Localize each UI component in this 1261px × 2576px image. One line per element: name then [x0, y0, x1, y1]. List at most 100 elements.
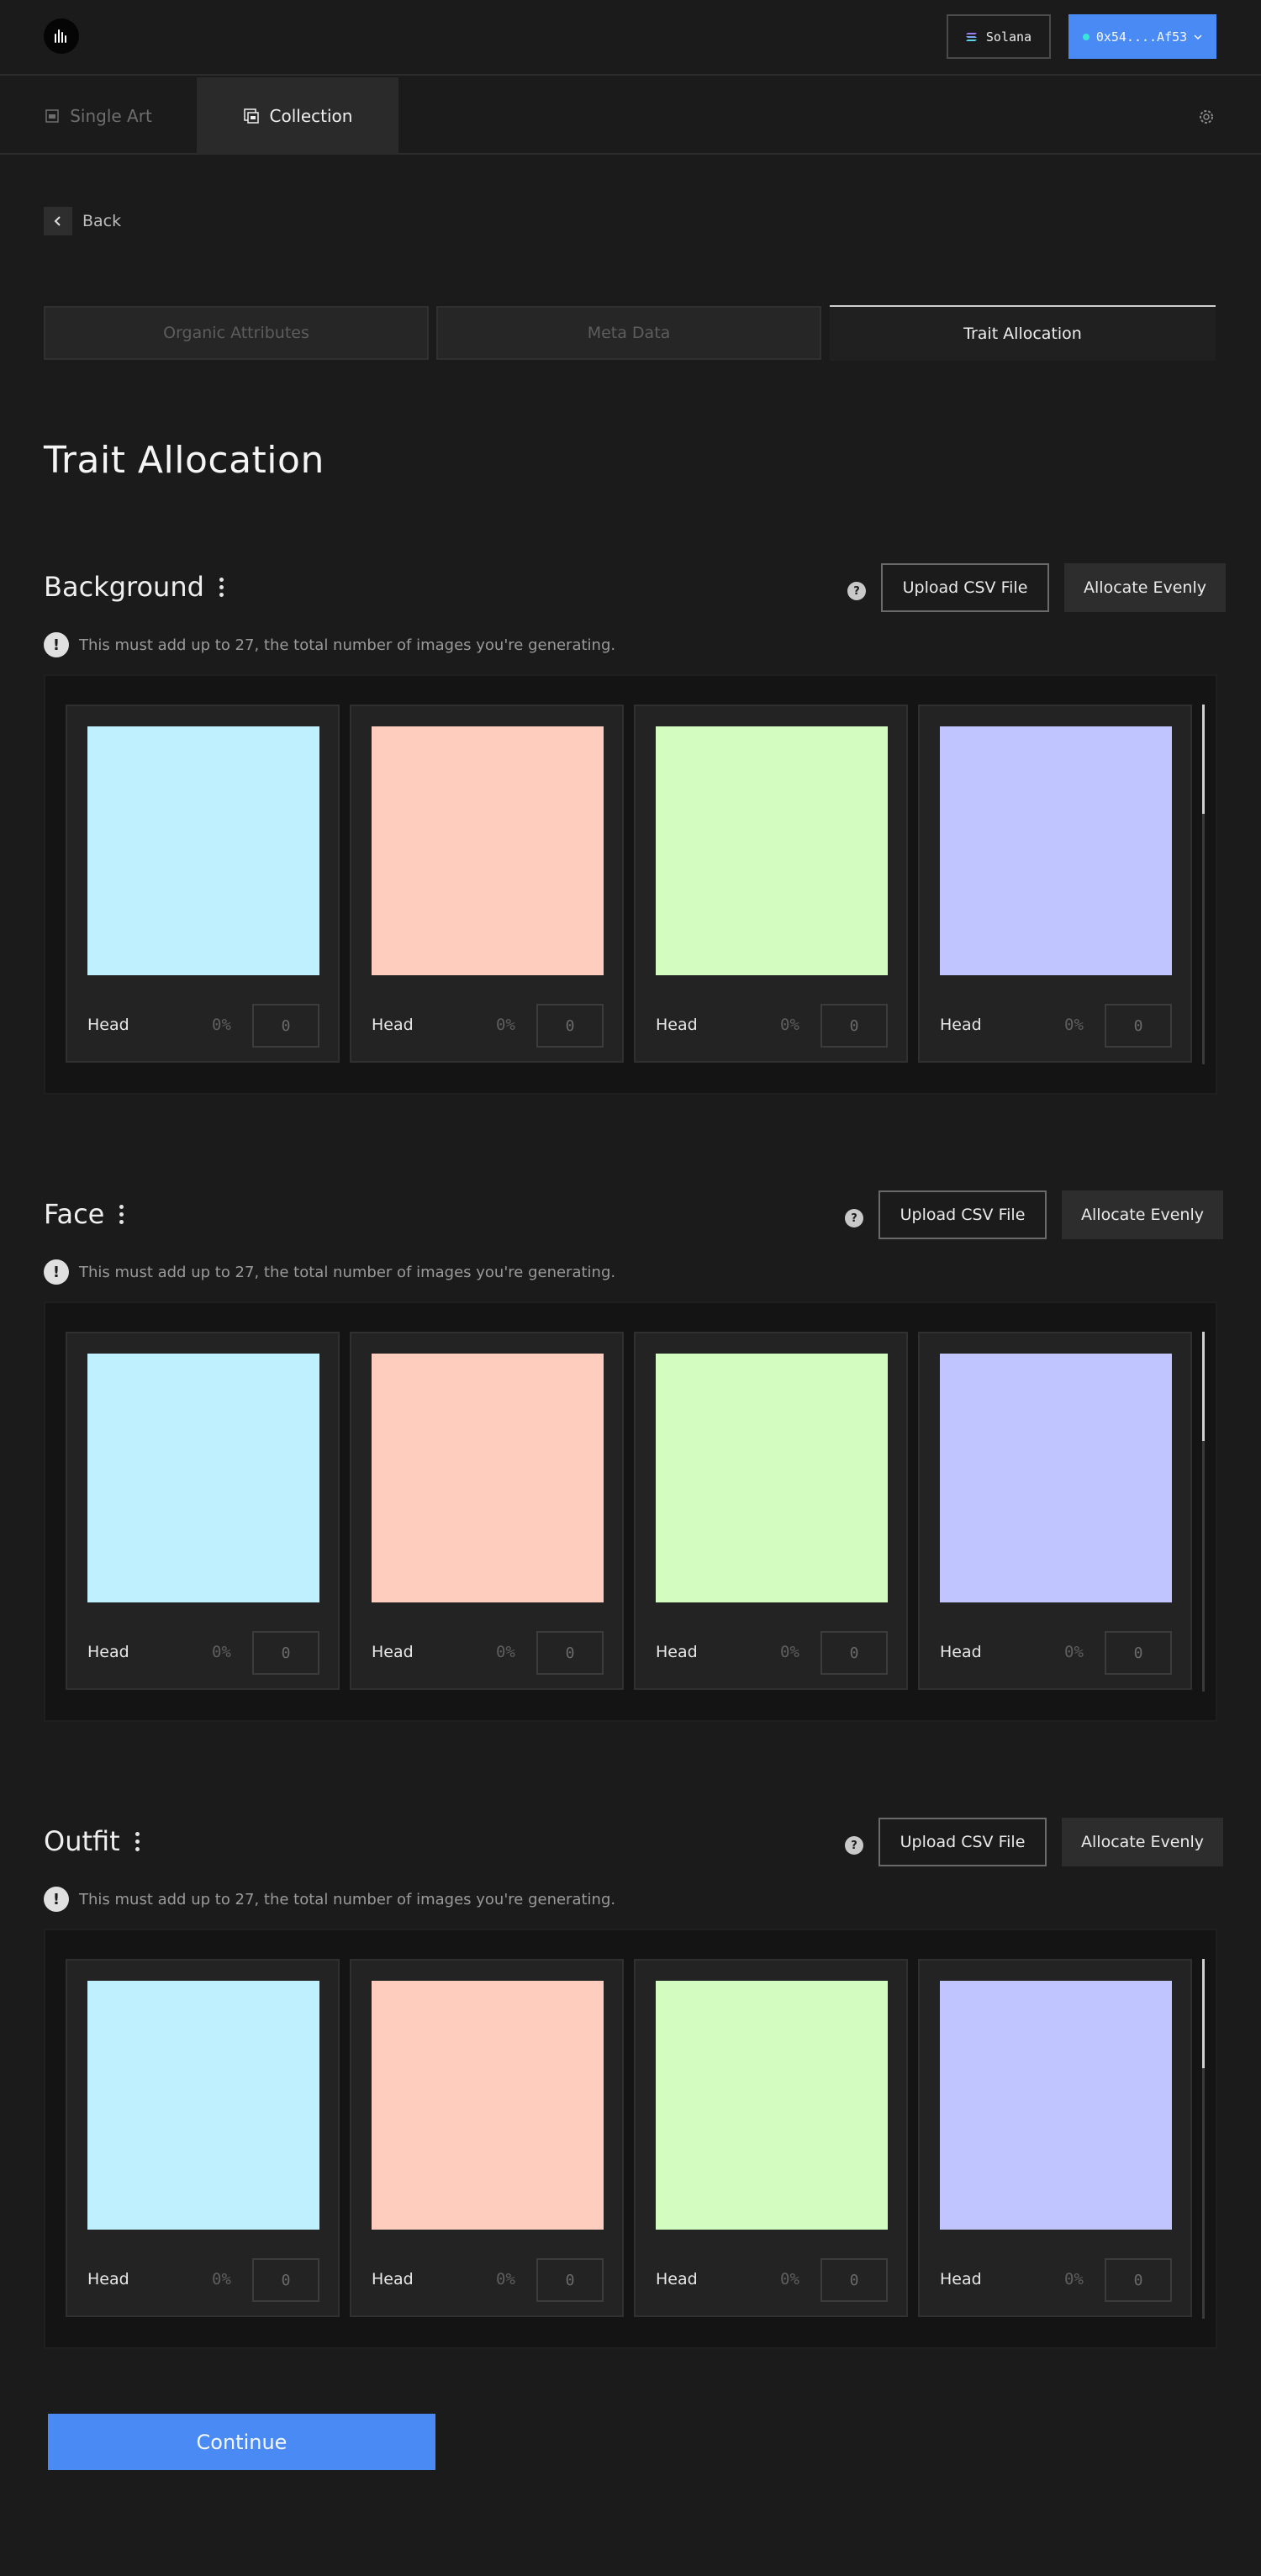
trait-label: Head — [87, 2270, 129, 2288]
trait-image — [372, 726, 604, 975]
scrollbar-thumb[interactable] — [1202, 1332, 1205, 1441]
allocate-evenly-button[interactable]: Allocate Evenly — [1062, 1190, 1223, 1239]
page-title: Trait Allocation — [44, 439, 324, 482]
connected-dot-icon — [1082, 33, 1090, 40]
scrollbar[interactable] — [1202, 705, 1205, 1064]
tab-single-art-label: Single Art — [70, 106, 152, 126]
trait-image — [656, 726, 888, 975]
trait-count-input[interactable] — [536, 1631, 604, 1675]
help-icon[interactable]: ? — [847, 582, 866, 600]
app-logo-icon[interactable] — [44, 18, 79, 54]
trait-percent: 0% — [496, 2270, 515, 2288]
trait-count-input[interactable] — [252, 1004, 319, 1048]
settings-gear-icon[interactable] — [1197, 108, 1216, 126]
trait-percent: 0% — [1064, 1643, 1084, 1661]
trait-count-input[interactable] — [536, 1004, 604, 1048]
collection-icon — [243, 108, 259, 124]
trait-image — [87, 1354, 319, 1602]
trait-percent: 0% — [1064, 1016, 1084, 1034]
trait-image — [656, 1354, 888, 1602]
trait-card[interactable]: Head 0% — [918, 1332, 1192, 1690]
trait-card[interactable]: Head 0% — [66, 1332, 340, 1690]
step-tab-trait-allocation[interactable]: Trait Allocation — [830, 305, 1216, 361]
trait-label: Head — [940, 1643, 982, 1661]
section-title: Background — [44, 571, 204, 603]
trait-card[interactable]: Head 0% — [918, 1959, 1192, 2317]
allocate-evenly-button[interactable]: Allocate Evenly — [1062, 1818, 1223, 1866]
trait-image — [372, 1981, 604, 2230]
section-face: Face ? Upload CSV File Allocate Evenly !… — [0, 1190, 1261, 1776]
upload-csv-button[interactable]: Upload CSV File — [878, 1190, 1047, 1239]
network-selector-button[interactable]: Solana — [947, 14, 1051, 59]
wallet-button[interactable]: 0x54....Af53 — [1068, 14, 1216, 59]
step-tab-organic-attributes[interactable]: Organic Attributes — [44, 306, 429, 360]
trait-count-input[interactable] — [1105, 1631, 1172, 1675]
trait-count-input[interactable] — [820, 1004, 888, 1048]
scrollbar[interactable] — [1202, 1959, 1205, 2319]
trait-card[interactable]: Head 0% — [66, 1959, 340, 2317]
trait-image — [940, 1981, 1172, 2230]
chevron-left-icon — [54, 216, 61, 226]
trait-label: Head — [372, 1643, 414, 1661]
info-note-text: This must add up to 27, the total number… — [79, 636, 616, 654]
image-icon — [45, 109, 59, 123]
trait-count-input[interactable] — [1105, 2258, 1172, 2302]
trait-cards-panel[interactable]: Head 0% Head 0% Head 0% Head 0% — [44, 674, 1217, 1095]
trait-card[interactable]: Head 0% — [918, 705, 1192, 1063]
top-bar: Solana 0x54....Af53 — [0, 0, 1261, 76]
help-icon[interactable]: ? — [845, 1836, 863, 1855]
trait-label: Head — [940, 1016, 982, 1034]
tab-collection-label: Collection — [269, 106, 353, 126]
trait-label: Head — [87, 1016, 129, 1034]
help-icon[interactable]: ? — [845, 1209, 863, 1227]
info-note: ! This must add up to 27, the total numb… — [44, 1259, 615, 1285]
trait-percent: 0% — [496, 1016, 515, 1034]
section-header: Face — [44, 1196, 124, 1233]
trait-card[interactable]: Head 0% — [634, 1959, 908, 2317]
scrollbar-thumb[interactable] — [1202, 1959, 1205, 2068]
trait-card[interactable]: Head 0% — [350, 705, 624, 1063]
trait-count-input[interactable] — [820, 2258, 888, 2302]
trait-card[interactable]: Head 0% — [66, 705, 340, 1063]
trait-label: Head — [940, 2270, 982, 2288]
trait-percent: 0% — [212, 1643, 231, 1661]
trait-count-input[interactable] — [1105, 1004, 1172, 1048]
trait-count-input[interactable] — [820, 1631, 888, 1675]
trait-cards-panel[interactable]: Head 0% Head 0% Head 0% Head 0% — [44, 1301, 1217, 1722]
trait-label: Head — [87, 1643, 129, 1661]
info-note-text: This must add up to 27, the total number… — [79, 1263, 616, 1281]
more-options-icon[interactable] — [219, 577, 224, 597]
trait-percent: 0% — [780, 1643, 799, 1661]
more-options-icon[interactable] — [135, 1831, 140, 1851]
trait-image — [87, 1981, 319, 2230]
trait-count-input[interactable] — [252, 2258, 319, 2302]
warning-icon: ! — [44, 632, 69, 657]
trait-card[interactable]: Head 0% — [350, 1959, 624, 2317]
continue-button[interactable]: Continue — [48, 2414, 435, 2470]
network-label: Solana — [985, 29, 1032, 45]
upload-csv-button[interactable]: Upload CSV File — [881, 563, 1049, 612]
mode-bar: Single Art Collection — [0, 77, 1261, 155]
back-button[interactable]: Back — [44, 207, 121, 235]
trait-card[interactable]: Head 0% — [634, 705, 908, 1063]
trait-label: Head — [372, 2270, 414, 2288]
back-label: Back — [82, 212, 122, 230]
tab-single-art[interactable]: Single Art — [0, 77, 197, 155]
step-tab-meta-data[interactable]: Meta Data — [436, 306, 821, 360]
trait-cards-panel[interactable]: Head 0% Head 0% Head 0% Head 0% — [44, 1929, 1217, 2349]
more-options-icon[interactable] — [119, 1204, 124, 1224]
trait-count-input[interactable] — [536, 2258, 604, 2302]
trait-count-input[interactable] — [252, 1631, 319, 1675]
allocate-evenly-button[interactable]: Allocate Evenly — [1064, 563, 1226, 612]
warning-icon: ! — [44, 1887, 69, 1912]
back-box — [44, 207, 72, 235]
scrollbar[interactable] — [1202, 1332, 1205, 1692]
scrollbar-thumb[interactable] — [1202, 705, 1205, 814]
trait-percent: 0% — [1064, 2270, 1084, 2288]
section-header: Outfit — [44, 1823, 140, 1860]
tab-collection[interactable]: Collection — [197, 77, 398, 155]
upload-csv-button[interactable]: Upload CSV File — [878, 1818, 1047, 1866]
trait-card[interactable]: Head 0% — [634, 1332, 908, 1690]
trait-image — [87, 726, 319, 975]
trait-card[interactable]: Head 0% — [350, 1332, 624, 1690]
